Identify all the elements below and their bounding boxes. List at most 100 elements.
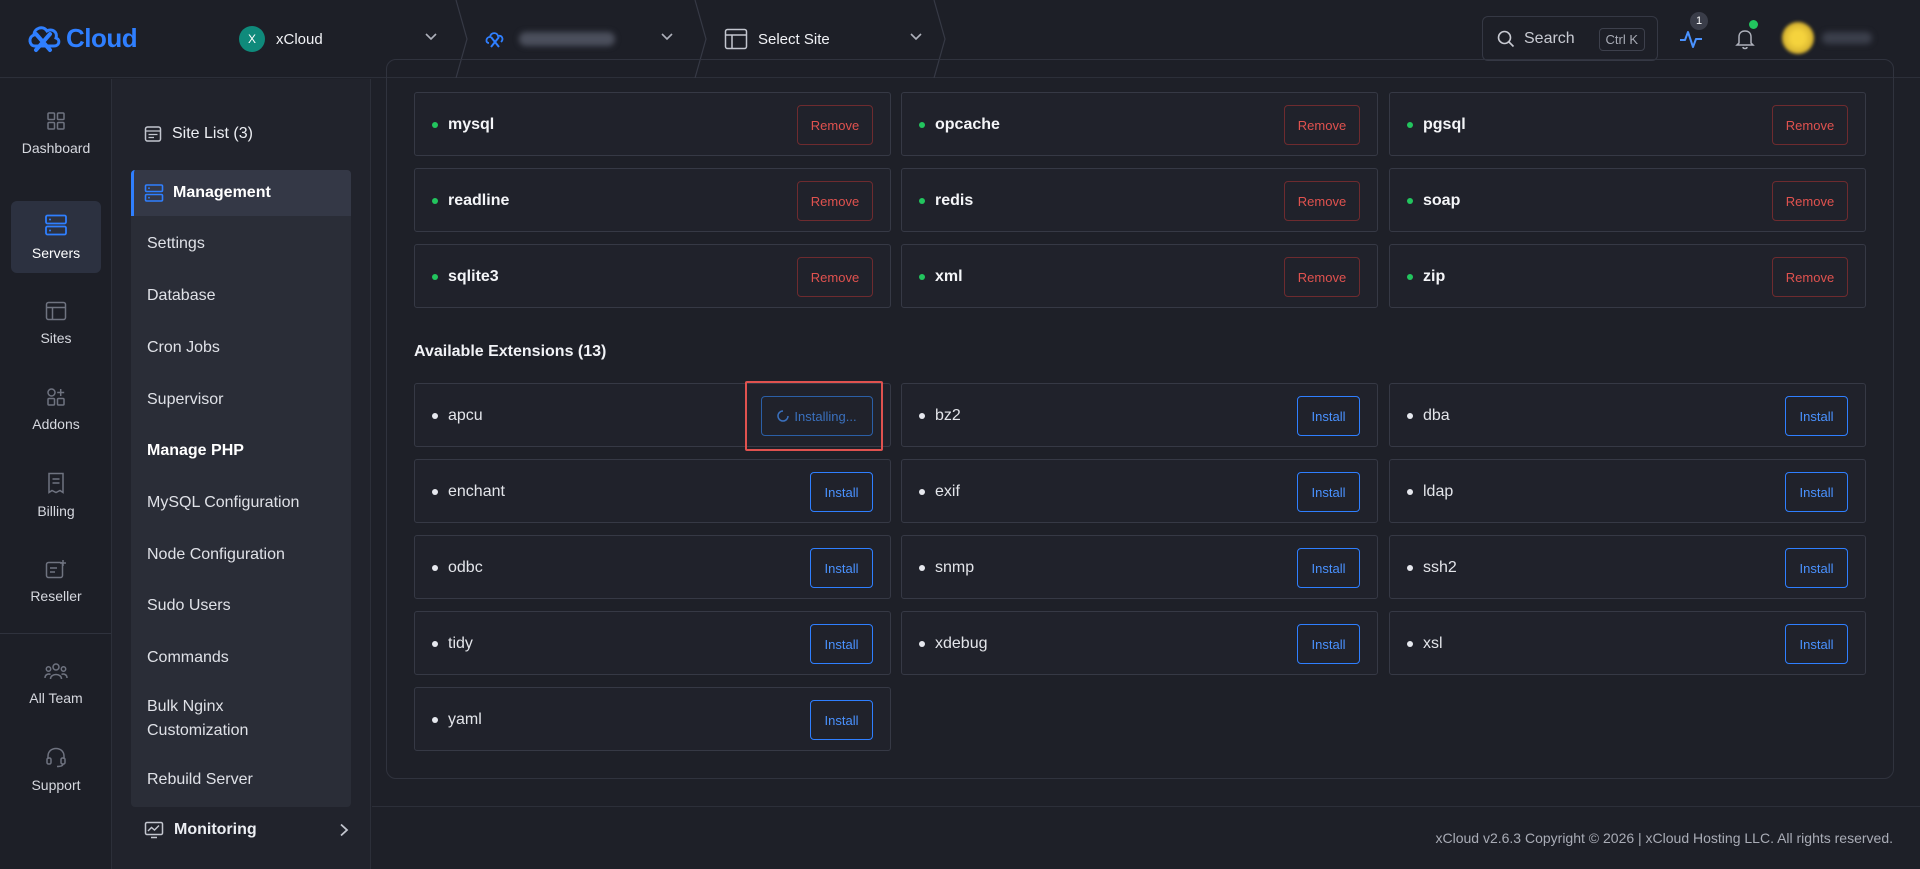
extension-name: snmp [935,559,975,576]
extension-card-snmp: snmp Install [901,535,1378,599]
extension-name: apcu [448,407,483,424]
subnav-settings[interactable]: Settings [147,232,205,256]
footer: xCloud v2.6.3 Copyright © 2026 | xCloud … [372,806,1920,869]
nav-servers[interactable]: Servers [11,201,101,273]
subnav-database[interactable]: Database [147,284,216,308]
install-button[interactable]: Install [1785,624,1848,664]
button-label: Install [1799,408,1834,424]
nav-addons[interactable]: Addons [11,373,101,445]
subnav-supervisor[interactable]: Supervisor [147,388,223,412]
nav-reseller[interactable]: Reseller [11,545,101,617]
extension-card-yaml: yaml Install [414,687,891,751]
remove-button[interactable]: Remove [797,257,873,297]
button-label: Install [824,484,859,500]
install-button[interactable]: Install [1785,472,1848,512]
user-avatar[interactable] [1782,22,1814,54]
remove-button[interactable]: Remove [1772,181,1848,221]
installing-highlight-box [745,381,883,451]
install-button[interactable]: Install [1297,472,1360,512]
activity-pulse-icon [1680,31,1702,48]
support-headset-icon [46,747,66,767]
extension-name: tidy [448,635,473,652]
extension-card-soap: soap Remove [1389,168,1866,232]
nav-label: Support [31,776,81,793]
nav-label: Servers [31,244,81,261]
management-header[interactable]: Management [131,170,351,216]
subnav-rebuild-server[interactable]: Rebuild Server [147,768,253,792]
nav-all-team[interactable]: All Team [11,647,101,719]
status-dot [432,717,438,723]
install-button[interactable]: Install [1297,396,1360,436]
remove-button[interactable]: Remove [1772,257,1848,297]
extension-name: dba [1423,407,1450,424]
button-label: Install [1799,560,1834,576]
button-label: Remove [1297,117,1347,133]
status-dot [919,565,925,571]
install-button[interactable]: Install [810,472,873,512]
site-list-label: Site List (3) [172,125,253,142]
user-name-redacted [1822,32,1872,44]
nav-label: Dashboard [21,139,91,156]
button-label: Remove [1785,117,1835,133]
install-button[interactable]: Install [1785,548,1848,588]
install-button[interactable]: Install [1785,396,1848,436]
server-name-redacted [519,32,615,46]
logo-text: Cloud [66,22,138,53]
site-list-link[interactable]: Site List (3) [144,125,253,143]
status-dot [432,489,438,495]
server-sub-nav: Site List (3) Management Settings Databa… [112,79,371,869]
remove-button[interactable]: Remove [797,105,873,145]
remove-button[interactable]: Remove [1284,105,1360,145]
monitoring-link[interactable]: Monitoring [144,821,350,839]
status-dot [432,565,438,571]
extension-name: sqlite3 [448,268,499,285]
subnav-node-configuration[interactable]: Node Configuration [147,543,285,567]
install-button[interactable]: Install [1297,548,1360,588]
install-button[interactable]: Install [810,700,873,740]
monitor-icon [144,821,164,839]
extension-card-ssh2: ssh2 Install [1389,535,1866,599]
extension-card-dba: dba Install [1389,383,1866,447]
install-button[interactable]: Install [810,548,873,588]
nav-sites[interactable]: Sites [11,287,101,359]
remove-button[interactable]: Remove [797,181,873,221]
button-label: Remove [1785,193,1835,209]
extension-card-xsl: xsl Install [1389,611,1866,675]
extension-name: readline [448,192,510,209]
remove-button[interactable]: Remove [1284,257,1360,297]
nav-label: Sites [40,329,72,346]
install-button[interactable]: Install [1297,624,1360,664]
extension-name: mysql [448,116,495,133]
site-select-label: Select Site [758,30,830,48]
button-label: Remove [810,117,860,133]
status-dot [432,274,438,280]
status-dot [1407,274,1413,280]
remove-button[interactable]: Remove [1772,105,1848,145]
nav-billing[interactable]: Billing [11,459,101,531]
button-label: Install [1311,636,1346,652]
subnav-commands[interactable]: Commands [147,646,229,670]
nav-dashboard[interactable]: Dashboard [11,97,101,169]
search-shortcut: Ctrl K [1598,28,1645,51]
remove-button[interactable]: Remove [1284,181,1360,221]
install-button[interactable]: Install [810,624,873,664]
server-logo-icon [485,32,504,48]
chevron-down-icon [425,33,437,41]
subnav-bulk-nginx-customization[interactable]: Bulk Nginx Customization [147,695,267,743]
xcloud-logo[interactable]: Cloud [26,18,138,58]
search-button[interactable]: Search Ctrl K [1482,16,1658,61]
subnav-mysql-configuration[interactable]: MySQL Configuration [147,491,299,515]
subnav-manage-php[interactable]: Manage PHP [147,439,244,463]
extension-card-xdebug: xdebug Install [901,611,1378,675]
button-label: Remove [1785,269,1835,285]
search-label: Search [1524,29,1575,47]
nav-divider [0,633,111,634]
nav-support[interactable]: Support [11,733,101,805]
subnav-cron-jobs[interactable]: Cron Jobs [147,336,220,360]
status-dot [919,641,925,647]
extension-card-enchant: enchant Install [414,459,891,523]
nav-label: All Team [29,689,83,706]
subnav-sudo-users[interactable]: Sudo Users [147,594,231,618]
status-dot [919,413,925,419]
extension-name: ssh2 [1423,559,1457,576]
